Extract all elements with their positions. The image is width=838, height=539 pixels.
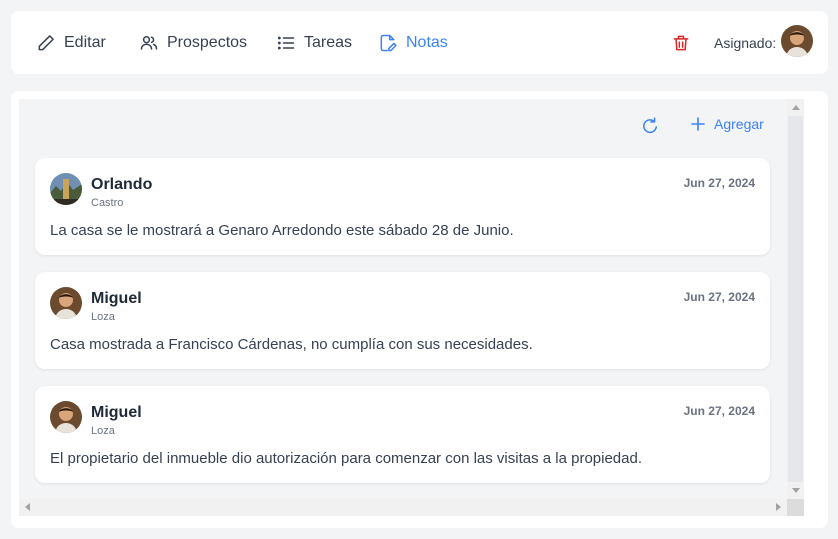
note-author-last-name: Loza	[91, 425, 115, 437]
trash-icon[interactable]	[671, 33, 691, 53]
note-author-first-name: Miguel	[91, 290, 142, 307]
assigned-label: Asignado:	[714, 35, 777, 51]
scrollbar-corner	[787, 499, 804, 516]
tab-tasks-label: Tareas	[304, 33, 353, 51]
tab-prospects-label: Prospectos	[167, 33, 248, 51]
avatar	[50, 173, 82, 205]
note-author-last-name: Castro	[91, 197, 124, 209]
top-navigation: Editar Prospectos Tareas Notas Asignado:	[11, 11, 828, 74]
tab-notes[interactable]: Notas	[378, 11, 448, 74]
users-icon	[140, 35, 158, 50]
plus-icon	[691, 117, 705, 131]
tab-edit-label: Editar	[64, 33, 106, 51]
scroll-left-arrow[interactable]	[25, 503, 30, 511]
tab-notes-label: Notas	[406, 33, 448, 51]
notes-panel: Agregar Orlando Castro Jun 27, 2024 La c…	[11, 91, 828, 528]
add-note-label: Agregar	[714, 116, 764, 132]
scroll-down-arrow[interactable]	[792, 488, 800, 493]
note-text: Casa mostrada a Francisco Cárdenas, no c…	[50, 336, 533, 353]
note-author-first-name: Miguel	[91, 404, 142, 421]
note-author-first-name: Orlando	[91, 176, 153, 193]
scroll-up-arrow[interactable]	[792, 105, 800, 110]
note-card: Miguel Loza Jun 27, 2024 El propietario …	[35, 386, 770, 483]
vertical-scroll-thumb[interactable]	[788, 116, 803, 482]
note-card: Orlando Castro Jun 27, 2024 La casa se l…	[35, 158, 770, 255]
assigned-avatar[interactable]	[781, 25, 813, 57]
note-edit-icon	[380, 34, 397, 51]
avatar	[50, 287, 82, 319]
note-date: Jun 27, 2024	[683, 176, 755, 190]
note-date: Jun 27, 2024	[683, 404, 755, 418]
scroll-right-arrow[interactable]	[776, 503, 781, 511]
avatar	[50, 401, 82, 433]
add-note-button[interactable]: Agregar	[690, 116, 764, 132]
note-author-last-name: Loza	[91, 311, 115, 323]
notes-scroll-area[interactable]: Agregar Orlando Castro Jun 27, 2024 La c…	[19, 99, 804, 516]
vertical-scrollbar[interactable]	[787, 99, 804, 499]
note-card: Miguel Loza Jun 27, 2024 Casa mostrada a…	[35, 272, 770, 369]
tab-prospects[interactable]: Prospectos	[139, 11, 247, 74]
tab-edit[interactable]: Editar	[36, 11, 106, 74]
note-text: El propietario del inmueble dio autoriza…	[50, 450, 643, 467]
note-text: La casa se le mostrará a Genaro Arredond…	[50, 222, 514, 239]
tab-tasks[interactable]: Tareas	[276, 11, 352, 74]
refresh-icon[interactable]	[640, 116, 660, 136]
note-date: Jun 27, 2024	[683, 290, 755, 304]
list-icon	[277, 36, 295, 49]
horizontal-scrollbar[interactable]	[19, 499, 787, 516]
pencil-icon	[38, 34, 54, 50]
